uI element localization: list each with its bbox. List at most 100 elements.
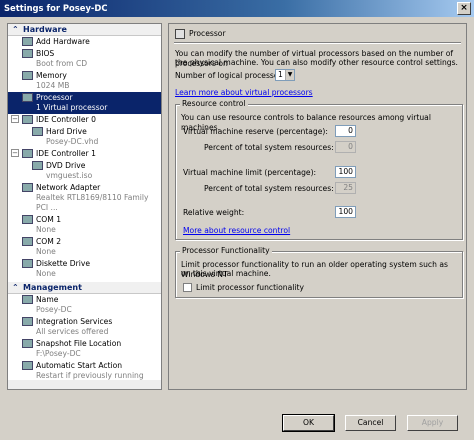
tree-item-label: Integration Services <box>36 317 113 326</box>
diskette-drive-icon <box>22 259 33 268</box>
processor-icon <box>22 93 33 102</box>
window-title: Settings for Posey-DC <box>4 3 108 13</box>
panel-title: Processor <box>175 28 226 40</box>
limit-input[interactable]: 100 <box>335 166 356 178</box>
tree-item-ide-controller-0[interactable]: − IDE Controller 0 <box>8 114 161 126</box>
tree-item-bios[interactable]: BIOS Boot from CD <box>8 48 161 70</box>
collapse-icon[interactable]: − <box>11 115 19 123</box>
snapshot-file-location-icon <box>22 339 33 348</box>
reserve-pct-value: 0 <box>335 141 356 153</box>
tree-item-ide-controller-1[interactable]: − IDE Controller 1 <box>8 148 161 160</box>
tree-item-detail: vmguest.iso <box>46 171 93 180</box>
tree-item-label: Snapshot File Location <box>36 339 122 348</box>
limit-functionality-label[interactable]: Limit processor functionality <box>196 283 304 293</box>
tree-item-detail: Posey-DC.vhd <box>46 137 99 146</box>
num-processors-label: Number of logical processors: <box>175 71 289 80</box>
tree-item-com-2[interactable]: COM 2 None <box>8 236 161 258</box>
tree-item-label: COM 2 <box>36 237 62 246</box>
tree-item-detail: Boot from CD <box>36 59 88 68</box>
ide-controller-1-icon <box>22 149 33 158</box>
tree-item-detail: F:\Posey-DC <box>36 349 81 358</box>
learn-more-processors-link[interactable]: Learn more about virtual processors <box>175 88 313 98</box>
tree-item-label: BIOS <box>36 49 55 58</box>
apply-button[interactable]: Apply <box>407 415 458 431</box>
tree-item-detail: None <box>36 247 56 256</box>
limit-label: Virtual machine limit (percentage): <box>183 168 317 177</box>
tree-item-detail: Realtek RTL8169/8110 Family PCI ... <box>36 193 149 212</box>
management-section-header[interactable]: ⌃ Management <box>8 282 161 294</box>
hardware-section-header[interactable]: ⌃ Hardware <box>8 24 161 36</box>
tree-item-detail: All services offered <box>36 327 109 336</box>
chevron-down-icon[interactable]: ▼ <box>285 70 294 80</box>
intro-line-2: the physical machine. You can also modif… <box>175 58 458 67</box>
resource-control-label: Resource control <box>180 99 248 109</box>
more-resource-control-link[interactable]: More about resource control <box>183 226 290 236</box>
resource-control-group: Resource control You can use resource co… <box>175 99 463 240</box>
num-processors-select[interactable]: 1 ▼ <box>275 69 295 81</box>
tree-item-name[interactable]: Name Posey-DC <box>8 294 161 316</box>
tree-item-detail: 1024 MB <box>36 81 70 90</box>
reserve-label: Virtual machine reserve (percentage): <box>183 127 328 136</box>
tree-item-processor[interactable]: Processor 1 Virtual processor <box>8 92 161 114</box>
tree-item-diskette-drive[interactable]: Diskette Drive None <box>8 258 161 280</box>
limit-pct-value: 25 <box>335 182 356 194</box>
reserve-pct-label: Percent of total system resources: <box>204 143 334 152</box>
tree-item-label: Add Hardware <box>36 37 90 46</box>
tree-item-integration-services[interactable]: Integration Services All services offered <box>8 316 161 338</box>
tree-item-detail: None <box>36 225 56 234</box>
tree-scrollbar[interactable] <box>8 380 161 389</box>
tree-item-snapshot-file-location[interactable]: Snapshot File Location F:\Posey-DC <box>8 338 161 360</box>
add-hardware-icon <box>22 37 33 46</box>
cancel-button[interactable]: Cancel <box>345 415 396 431</box>
tree-item-label: Network Adapter <box>36 183 101 192</box>
collapse-chevron-icon[interactable]: ⌃ <box>12 24 19 36</box>
close-icon[interactable]: × <box>457 2 471 15</box>
dvd-drive-icon <box>32 161 43 170</box>
tree-item-network-adapter[interactable]: Network Adapter Realtek RTL8169/8110 Fami… <box>8 182 161 214</box>
ok-button[interactable]: OK <box>282 414 335 432</box>
network-adapter-icon <box>22 183 33 192</box>
tree-item-label: Name <box>36 295 59 304</box>
limit-functionality-checkbox[interactable] <box>183 283 192 292</box>
title-divider <box>174 42 461 44</box>
tree-item-label: Memory <box>36 71 67 80</box>
ide-controller-0-icon <box>22 115 33 124</box>
tree-item-label: Processor <box>36 93 73 102</box>
com-2-icon <box>22 237 33 246</box>
tree-item-detail: Posey-DC <box>36 305 72 314</box>
weight-label: Relative weight: <box>183 208 245 217</box>
tree-item-label: Diskette Drive <box>36 259 90 268</box>
integration-services-icon <box>22 317 33 326</box>
settings-panel: Processor You can modify the number of v… <box>168 23 467 390</box>
bios-icon <box>22 49 33 58</box>
tree-item-add-hardware[interactable]: Add Hardware <box>8 36 161 48</box>
settings-tree[interactable]: ⌃ Hardware Add Hardware BIOS Boot from CD M… <box>7 23 162 390</box>
tree-item-detail: None <box>36 269 56 278</box>
hard-drive-icon <box>32 127 43 136</box>
collapse-icon[interactable]: − <box>11 149 19 157</box>
tree-item-label: IDE Controller 1 <box>36 149 96 158</box>
com-1-icon <box>22 215 33 224</box>
tree-item-label: DVD Drive <box>46 161 86 170</box>
memory-icon <box>22 71 33 80</box>
tree-item-label: COM 1 <box>36 215 62 224</box>
name-icon <box>22 295 33 304</box>
reserve-input[interactable]: 0 <box>335 125 356 137</box>
tree-item-dvd-drive[interactable]: DVD Drive vmguest.iso <box>8 160 161 182</box>
processor-functionality-label: Processor Functionality <box>180 246 272 256</box>
functionality-desc-2: on this virtual machine. <box>181 269 271 278</box>
tree-item-memory[interactable]: Memory 1024 MB <box>8 70 161 92</box>
tree-item-automatic-start-action[interactable]: Automatic Start Action Restart if previou… <box>8 360 161 382</box>
title-bar: Settings for Posey-DC <box>0 0 474 17</box>
processor-icon <box>175 29 185 39</box>
weight-input[interactable]: 100 <box>335 206 356 218</box>
limit-pct-label: Percent of total system resources: <box>204 184 334 193</box>
collapse-chevron-icon[interactable]: ⌃ <box>12 282 19 294</box>
tree-item-hard-drive[interactable]: Hard Drive Posey-DC.vhd <box>8 126 161 148</box>
automatic-start-action-icon <box>22 361 33 370</box>
tree-item-com-1[interactable]: COM 1 None <box>8 214 161 236</box>
tree-item-label: IDE Controller 0 <box>36 115 96 124</box>
tree-item-label: Hard Drive <box>46 127 87 136</box>
tree-item-detail: 1 Virtual processor <box>36 103 108 112</box>
processor-functionality-group: Processor Functionality Limit processor … <box>175 246 463 298</box>
